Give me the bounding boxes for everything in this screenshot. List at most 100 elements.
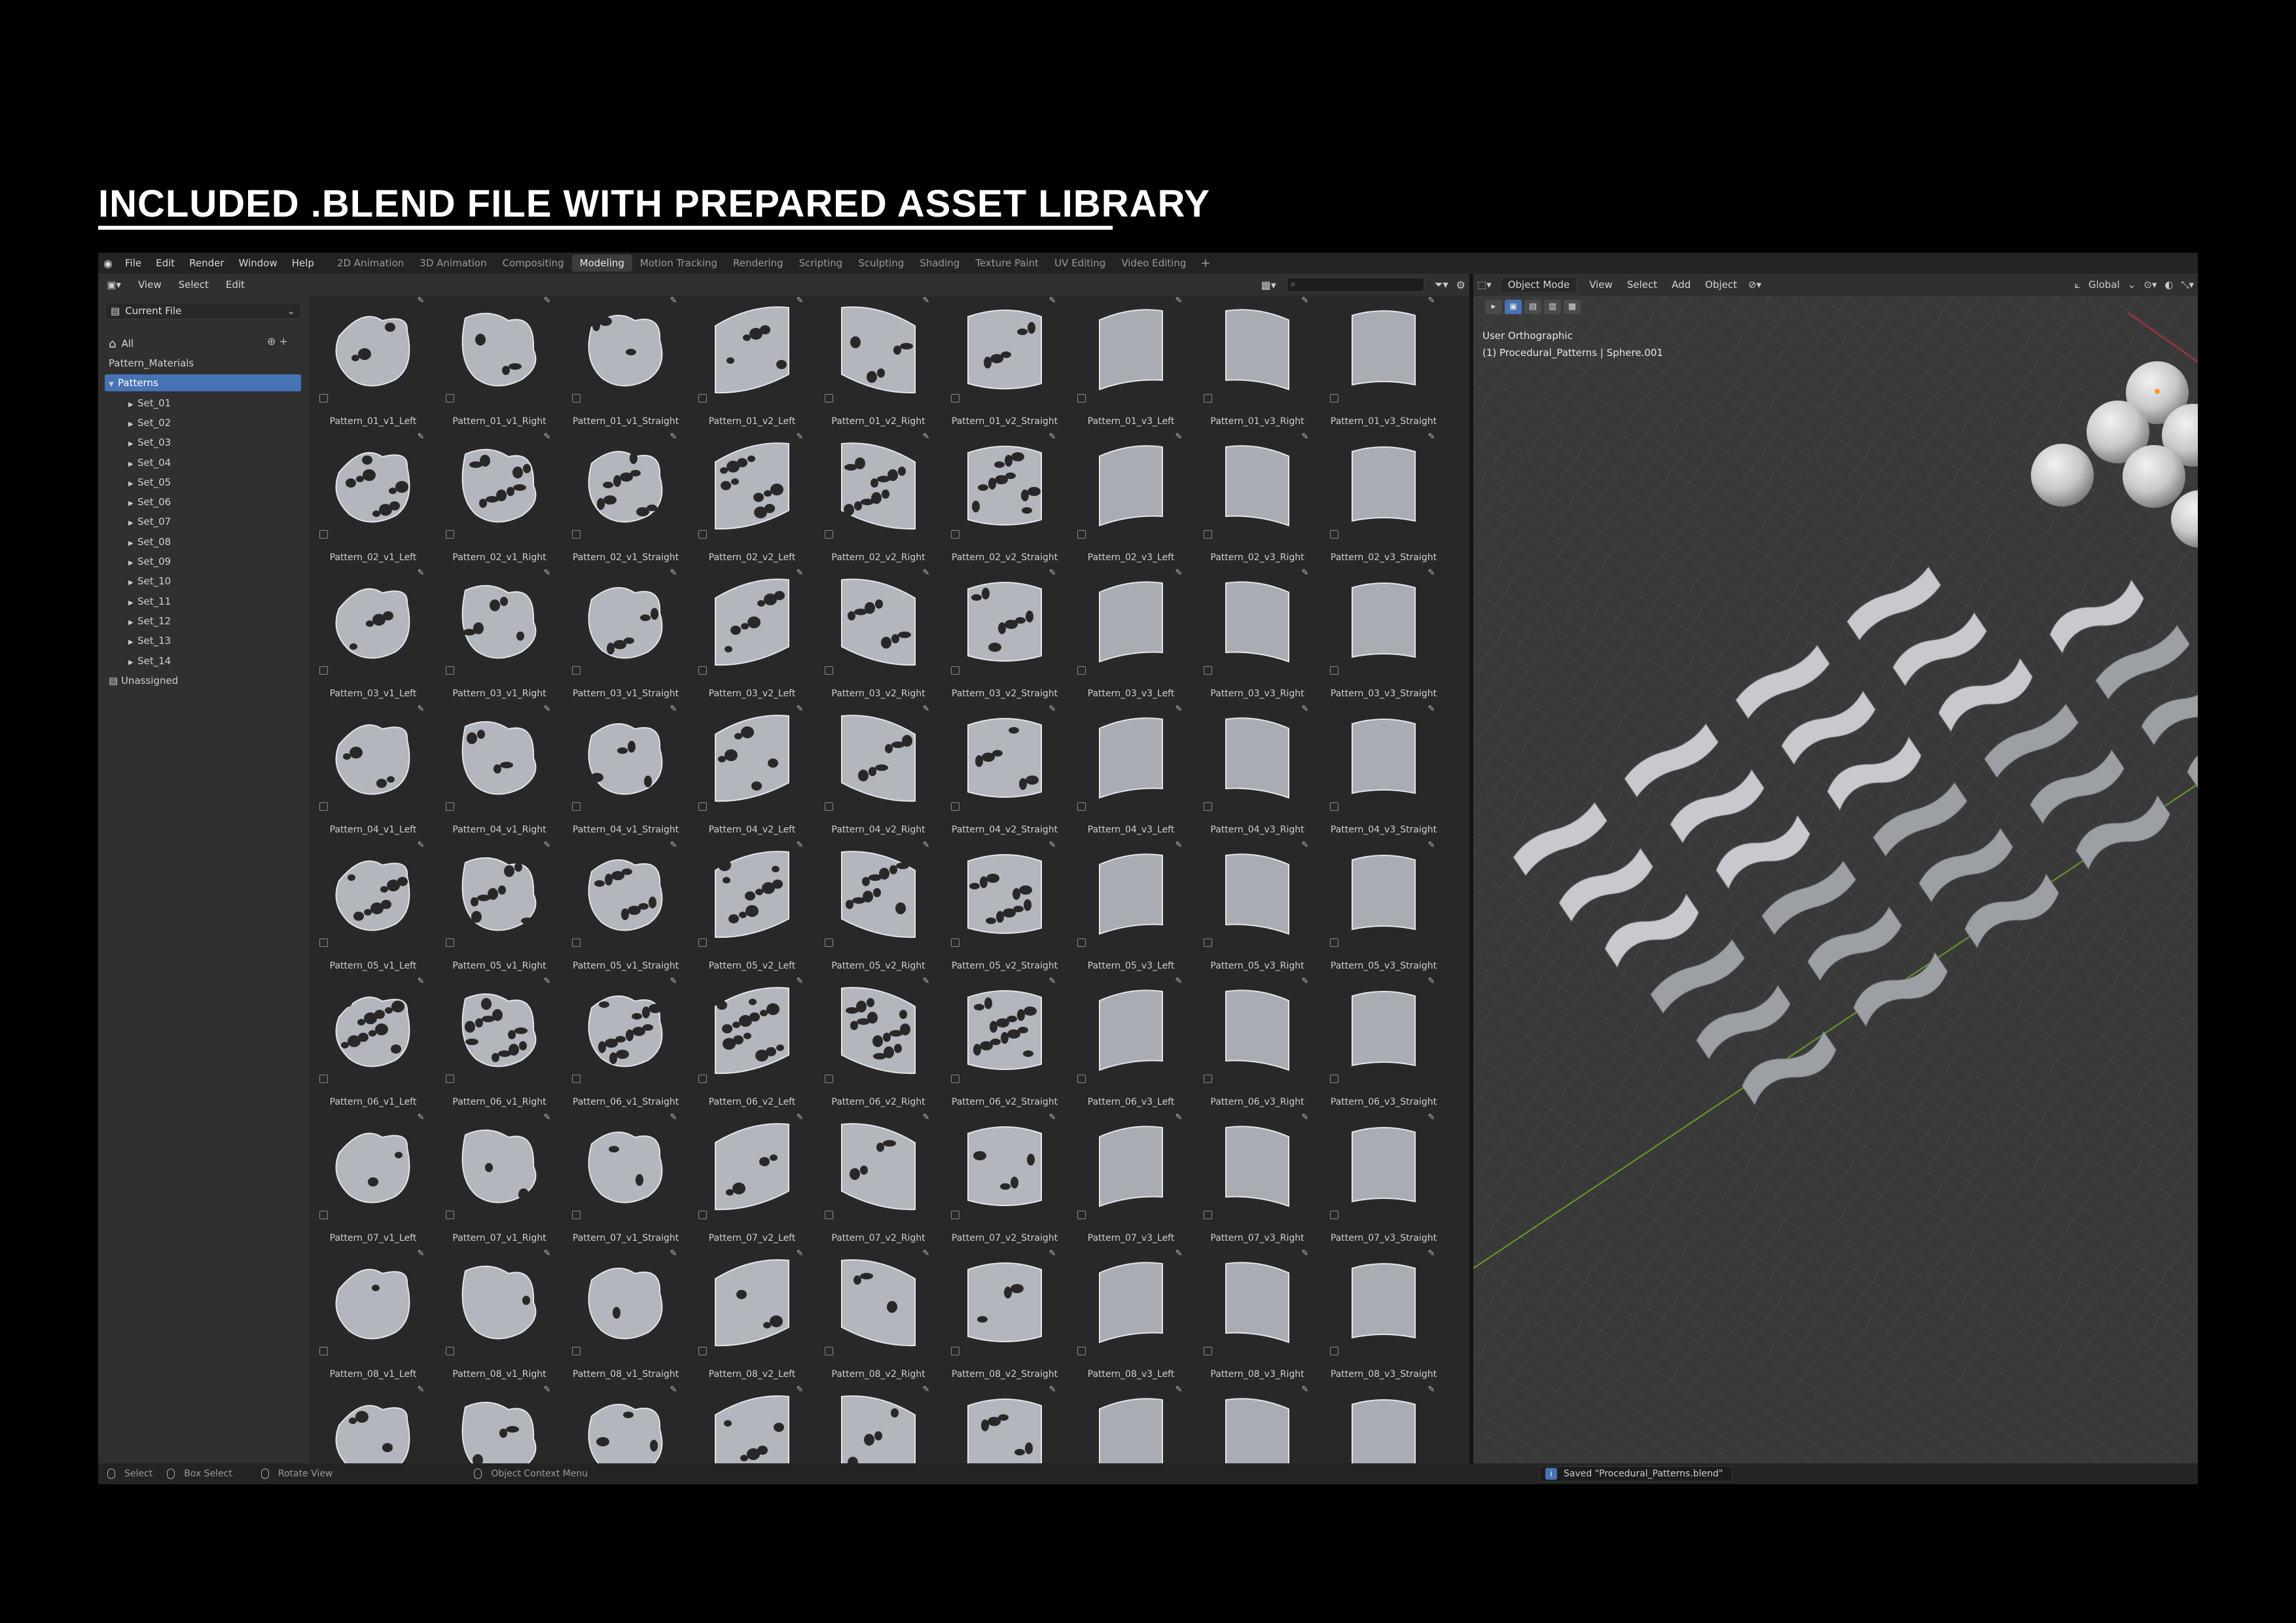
asset-checkbox[interactable] [825,1347,833,1355]
asset-tile[interactable]: ✎Pattern_01_v2_Straight [946,296,1064,432]
asset-checkbox[interactable] [951,938,960,947]
asset-tile[interactable]: ✎Pattern_04_v2_Right [819,704,937,840]
asset-checkbox[interactable] [446,1075,454,1083]
editor-type-icon[interactable]: ⬚▾ [1473,279,1496,291]
add-workspace-button[interactable]: + [1194,257,1217,270]
edit-asset-icon[interactable]: ✎ [1426,568,1437,580]
asset-tile[interactable]: ✎Pattern_07_v3_Straight [1325,1113,1443,1249]
edit-asset-icon[interactable]: ✎ [668,704,679,716]
edit-asset-icon[interactable]: ✎ [415,296,427,308]
edit-asset-icon[interactable]: ✎ [1047,432,1058,444]
edit-asset-icon[interactable]: ✎ [415,568,427,580]
asset-tile[interactable]: ✎Pattern_04_v1_Left [314,704,432,840]
select-extend-icon[interactable]: ▤ [1524,300,1541,314]
asset-tile[interactable]: ✎Pattern_03_v3_Right [1198,568,1316,704]
asset-tile[interactable]: ✎Pattern_04_v3_Right [1198,704,1316,840]
edit-asset-icon[interactable]: ✎ [794,1385,806,1397]
viewport-menu-add[interactable]: Add [1664,279,1698,291]
library-dropdown[interactable]: ▤ Current File ⌄ [105,302,301,319]
asset-checkbox[interactable] [698,802,707,811]
edit-asset-icon[interactable]: ✎ [1047,704,1058,716]
asset-checkbox[interactable] [446,938,454,947]
asset-tile[interactable]: ✎Pattern_05_v2_Right [819,840,937,976]
edit-asset-icon[interactable]: ✎ [794,568,806,580]
edit-asset-icon[interactable]: ✎ [415,1385,427,1397]
pattern-object[interactable] [1849,946,1952,1033]
blender-logo-icon[interactable]: ◉ [98,253,118,274]
asset-checkbox[interactable] [572,1075,581,1083]
asset-tile[interactable]: ✎Pattern_04_v3_Straight [1325,704,1443,840]
edit-asset-icon[interactable]: ✎ [1426,976,1437,988]
edit-asset-icon[interactable]: ✎ [1047,976,1058,988]
asset-checkbox[interactable] [1330,530,1338,539]
asset-checkbox[interactable] [825,394,833,402]
edit-asset-icon[interactable]: ✎ [1173,1385,1185,1397]
catalog-item-set-09[interactable]: ▶Set_09 [105,553,301,570]
tab-scripting[interactable]: Scripting [791,255,851,272]
asset-tile[interactable]: ✎Pattern_08_v3_Straight [1325,1249,1443,1385]
asset-tile[interactable]: ✎Pattern_07_v1_Straight [567,1113,685,1249]
asset-tile[interactable]: ✎Pattern_08_v1_Right [440,1249,558,1385]
edit-asset-icon[interactable]: ✎ [415,704,427,716]
snap-icon[interactable]: ⊘▾ [1744,279,1765,291]
pivot-icon[interactable]: ⊙▾ [2140,279,2161,291]
collapsed-arrow-icon[interactable]: ▶ [128,555,137,572]
edit-asset-icon[interactable]: ✎ [668,432,679,444]
asset-checkbox[interactable] [319,1211,328,1219]
gizmo-icon[interactable]: ⤡▾ [2177,279,2198,291]
collapsed-arrow-icon[interactable]: ▶ [128,634,137,651]
select-invert-icon[interactable]: ▦ [1564,300,1581,314]
edit-asset-icon[interactable]: ✎ [1173,704,1185,716]
asset-tile[interactable]: ✎Pattern_02_v2_Left [693,432,811,568]
asset-tile[interactable]: ✎Pattern_07_v2_Right [819,1113,937,1249]
asset-checkbox[interactable] [572,1211,581,1219]
collapsed-arrow-icon[interactable]: ▶ [128,615,137,632]
edit-asset-icon[interactable]: ✎ [1047,1385,1058,1397]
asset-checkbox[interactable] [825,1075,833,1083]
asset-checkbox[interactable] [446,394,454,402]
edit-asset-icon[interactable]: ✎ [541,840,553,852]
edit-asset-icon[interactable]: ✎ [1047,1249,1058,1260]
sphere-object[interactable] [2031,444,2094,507]
asset-checkbox[interactable] [1330,938,1338,947]
collapsed-arrow-icon[interactable]: ▶ [128,456,137,473]
edit-asset-icon[interactable]: ✎ [541,1249,553,1260]
edit-asset-icon[interactable]: ✎ [794,296,806,308]
catalog-item-set-04[interactable]: ▶Set_04 [105,454,301,471]
asset-tile[interactable]: ✎Pattern_08_v3_Right [1198,1249,1316,1385]
asset-tile[interactable]: ✎ [440,1385,558,1463]
asset-checkbox[interactable] [319,938,328,947]
catalog-item-set-05[interactable]: ▶Set_05 [105,474,301,491]
asset-tile[interactable]: ✎Pattern_06_v3_Right [1198,976,1316,1113]
asset-checkbox[interactable] [319,394,328,402]
catalog-item-set-11[interactable]: ▶Set_11 [105,593,301,610]
collapsed-arrow-icon[interactable]: ▶ [128,595,137,612]
edit-asset-icon[interactable]: ✎ [920,432,932,444]
edit-asset-icon[interactable]: ✎ [1173,1113,1185,1124]
edit-asset-icon[interactable]: ✎ [415,840,427,852]
asset-tile[interactable]: ✎Pattern_04_v1_Straight [567,704,685,840]
settings-gear-icon[interactable]: ⚙ [1452,279,1469,291]
asset-search-input[interactable] [1287,277,1424,292]
catalog-item-set-06[interactable]: ▶Set_06 [105,493,301,510]
asset-checkbox[interactable] [572,938,581,947]
asset-tile[interactable]: ✎ [314,1385,432,1463]
collapsed-arrow-icon[interactable]: ▶ [128,575,137,592]
asset-tile[interactable]: ✎ [1325,1385,1443,1463]
pattern-object[interactable] [1934,651,2037,739]
asset-tile[interactable]: ✎Pattern_05_v1_Right [440,840,558,976]
catalog-item-set-02[interactable]: ▶Set_02 [105,414,301,431]
asset-tile[interactable]: ✎Pattern_02_v3_Left [1072,432,1190,568]
pattern-object[interactable] [1738,1024,1841,1112]
catalog-item-set-03[interactable]: ▶Set_03 [105,434,301,451]
edit-asset-icon[interactable]: ✎ [920,1249,932,1260]
asset-checkbox[interactable] [572,394,581,402]
asset-checkbox[interactable] [698,666,707,675]
catalog-item-set-13[interactable]: ▶Set_13 [105,632,301,649]
asset-checkbox[interactable] [1077,530,1086,539]
tab-3d-animation[interactable]: 3D Animation [412,255,494,272]
menu-file[interactable]: File [118,257,149,269]
edit-asset-icon[interactable]: ✎ [415,1113,427,1124]
asset-checkbox[interactable] [446,802,454,811]
pattern-object[interactable] [1712,808,1815,896]
